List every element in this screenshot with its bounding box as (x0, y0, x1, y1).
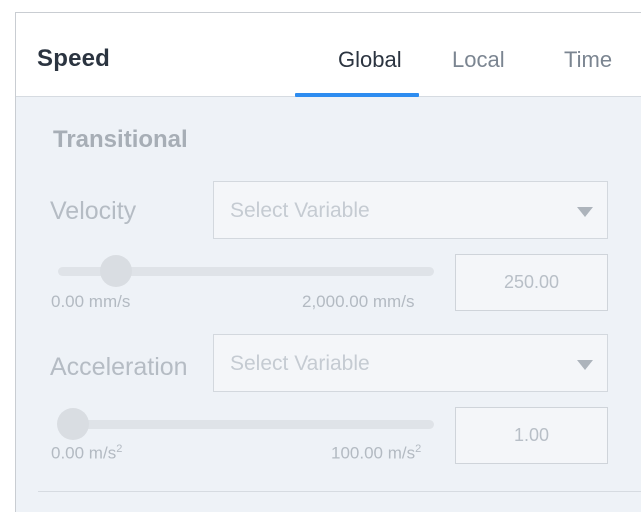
active-tab-indicator (295, 93, 419, 97)
panel-title: Speed (37, 45, 111, 72)
velocity-min-label: 0.00 mm/s (51, 292, 131, 311)
acceleration-max-label: 100.00 m/s2 (331, 443, 422, 463)
panel-header: Speed Global Local Time (16, 13, 641, 97)
velocity-select-placeholder: Select Variable (230, 199, 370, 222)
acceleration-value-input[interactable]: 1.00 (455, 407, 608, 464)
section-divider (38, 491, 641, 492)
acceleration-label: Acceleration (50, 353, 188, 381)
acceleration-min-label: 0.00 m/s2 (51, 443, 123, 463)
acceleration-slider-track[interactable] (58, 420, 434, 429)
acceleration-slider-thumb[interactable] (57, 408, 89, 440)
acceleration-select-placeholder: Select Variable (230, 352, 370, 375)
velocity-slider-thumb[interactable] (100, 255, 132, 287)
speed-panel: Speed Global Local Time Transitional Vel… (15, 12, 641, 512)
chevron-down-icon (577, 360, 593, 370)
tab-time[interactable]: Time (564, 47, 612, 73)
velocity-variable-select[interactable]: Select Variable (213, 181, 608, 239)
tab-local[interactable]: Local (452, 47, 505, 73)
velocity-label: Velocity (50, 197, 137, 225)
section-title-transitional: Transitional (53, 126, 188, 153)
tab-global[interactable]: Global (338, 47, 402, 73)
velocity-value-input[interactable]: 250.00 (455, 254, 608, 311)
velocity-max-label: 2,000.00 mm/s (302, 292, 415, 311)
acceleration-variable-select[interactable]: Select Variable (213, 334, 608, 392)
chevron-down-icon (577, 207, 593, 217)
